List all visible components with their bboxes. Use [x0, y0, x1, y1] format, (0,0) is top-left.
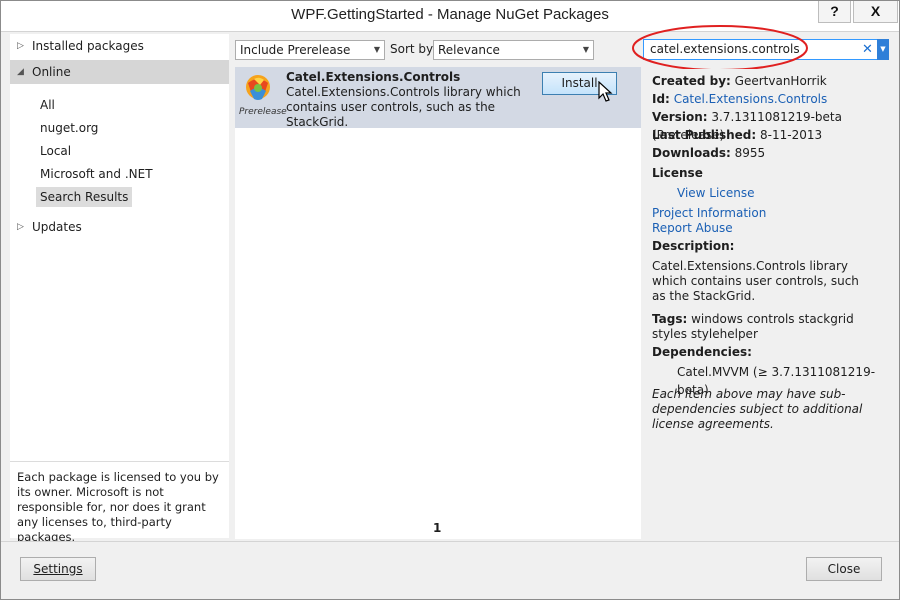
sort-label: Sort by:: [390, 42, 437, 56]
id-link[interactable]: Catel.Extensions.Controls: [674, 92, 828, 106]
sidebar-item-label: Updates: [32, 220, 82, 234]
close-window-button[interactable]: X: [853, 1, 898, 23]
search-input[interactable]: catel.extensions.controls ✕ ▼: [643, 39, 889, 60]
sidebar-item-online[interactable]: ◢ Online: [10, 60, 229, 84]
created-by-value: GeertvanHorrik: [734, 74, 827, 88]
package-description: Catel.Extensions.Controls library which …: [286, 85, 521, 129]
footer: Settings Close: [1, 541, 899, 599]
version-label: Version:: [652, 110, 708, 124]
chevron-down-icon[interactable]: ▼: [877, 39, 889, 60]
help-button[interactable]: ?: [818, 1, 851, 23]
license-label: License: [652, 166, 703, 180]
published-value: 8-11-2013: [760, 128, 823, 142]
results-list: Prerelease Catel.Extensions.Controls Cat…: [235, 67, 641, 539]
window-title: WPF.GettingStarted - Manage NuGet Packag…: [291, 6, 609, 23]
view-license-link[interactable]: View License: [677, 184, 755, 202]
sidebar-item-search-results[interactable]: Search Results: [36, 187, 133, 207]
sort-select[interactable]: Relevance ▼: [433, 40, 594, 60]
sidebar-item-installed[interactable]: ▷ Installed packages: [10, 34, 229, 58]
tags-label: Tags:: [652, 312, 688, 326]
dependencies-label: Dependencies:: [652, 345, 752, 359]
sidebar-item-local[interactable]: Local: [36, 141, 75, 161]
prerelease-tag: Prerelease: [239, 107, 287, 117]
dependency-note: Each item above may have sub-dependencie…: [652, 387, 863, 431]
sidebar-item-label: Online: [32, 65, 71, 79]
nuget-dialog: WPF.GettingStarted - Manage NuGet Packag…: [0, 0, 900, 600]
description-label: Description:: [652, 239, 735, 253]
collapse-arrow-icon: ◢: [17, 67, 24, 77]
search-input-value: catel.extensions.controls: [650, 42, 800, 56]
id-row: Id: Catel.Extensions.Controls: [652, 90, 888, 108]
description-text: Catel.Extensions.Controls library which …: [652, 259, 859, 303]
close-button[interactable]: Close: [806, 557, 882, 581]
sidebar-item-nuget-org[interactable]: nuget.org: [36, 118, 102, 138]
downloads-value: 8955: [734, 146, 766, 160]
downloads-row: Downloads: 8955: [652, 144, 888, 162]
chevron-down-icon: ▼: [582, 45, 589, 54]
published-label: Last Published:: [652, 128, 757, 142]
published-row: Last Published: 8-11-2013: [652, 126, 888, 144]
chevron-down-icon: ▼: [373, 45, 380, 54]
page-number[interactable]: 1: [433, 521, 441, 535]
created-by-row: Created by: GeertvanHorrik: [652, 72, 888, 90]
expand-arrow-icon: ▷: [17, 222, 24, 232]
id-label: Id:: [652, 92, 670, 106]
details-pane: Created by: GeertvanHorrik Id: Catel.Ext…: [644, 69, 890, 539]
settings-button-label: Settings: [33, 562, 83, 576]
created-by-label: Created by:: [652, 74, 731, 88]
package-name: Catel.Extensions.Controls: [286, 70, 461, 84]
close-icon[interactable]: ✕: [862, 40, 873, 59]
prerelease-select[interactable]: Include Prerelease ▼: [235, 40, 385, 60]
sidebar-item-updates[interactable]: ▷ Updates: [10, 215, 229, 239]
sidebar-item-microsoft-net[interactable]: Microsoft and .NET: [36, 164, 157, 184]
license-note: Each package is licensed to you by its o…: [10, 461, 229, 544]
mouse-cursor-icon: [598, 81, 613, 102]
tags-row: Tags: windows controls stackgrid styles …: [652, 312, 888, 342]
settings-button[interactable]: Settings: [20, 557, 96, 581]
sidebar: ▷ Installed packages ◢ Online All nuget.…: [10, 34, 229, 544]
downloads-label: Downloads:: [652, 146, 731, 160]
list-item[interactable]: Prerelease Catel.Extensions.Controls Cat…: [235, 67, 641, 129]
sort-select-value: Relevance: [438, 43, 500, 57]
sidebar-item-all[interactable]: All: [36, 95, 59, 115]
sidebar-item-label: Installed packages: [32, 39, 144, 53]
report-abuse-link[interactable]: Report Abuse: [652, 219, 733, 237]
package-icon: [246, 75, 270, 100]
title-bar: WPF.GettingStarted - Manage NuGet Packag…: [1, 1, 899, 32]
prerelease-select-value: Include Prerelease: [240, 43, 351, 57]
expand-arrow-icon: ▷: [17, 41, 24, 51]
